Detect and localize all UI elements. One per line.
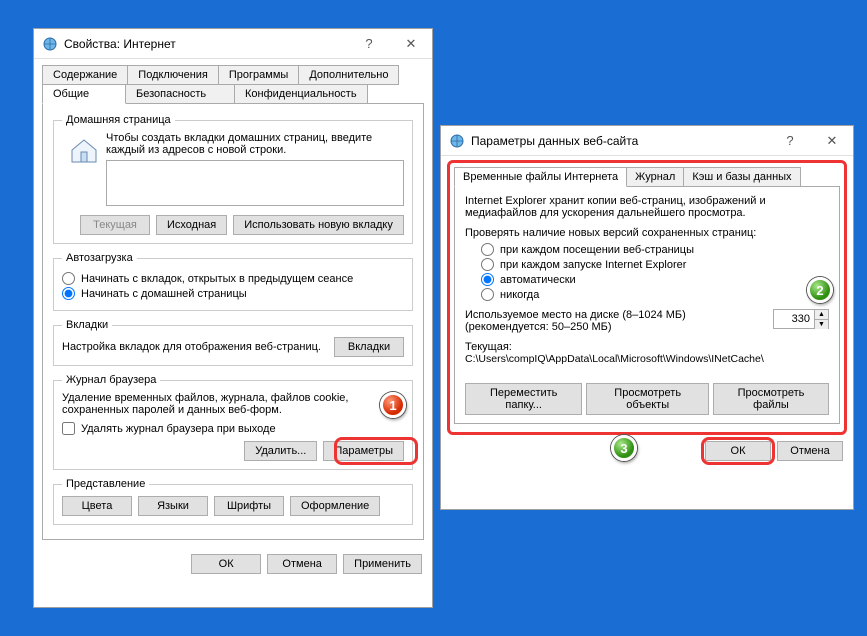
autostart-last-session-label: Начинать с вкладок, открытых в предыдуще…	[81, 273, 353, 285]
general-panel: Домашняя страница Чтобы создать вкладки …	[42, 103, 424, 540]
tab-programs[interactable]: Программы	[218, 65, 299, 85]
ok-button[interactable]: ОК	[191, 554, 261, 574]
history-legend: Журнал браузера	[62, 374, 160, 386]
view-objects-button[interactable]: Просмотреть объекты	[586, 383, 709, 415]
callout-badge-3: 3	[611, 435, 637, 461]
tab-advanced[interactable]: Дополнительно	[298, 65, 399, 85]
internet-properties-window: Свойства: Интернет ? ✕ Содержание Подклю…	[33, 28, 433, 608]
spin-up[interactable]: ▲	[815, 310, 828, 320]
intro-text: Internet Explorer хранит копии веб-стран…	[465, 195, 829, 219]
autostart-homepage-label: Начинать с домашней страницы	[81, 288, 247, 300]
opt-every-visit[interactable]: при каждом посещении веб-страницы	[481, 243, 829, 256]
disk-space-rec: (рекомендуется: 50–250 МБ)	[465, 321, 767, 333]
tab-connections[interactable]: Подключения	[127, 65, 219, 85]
homepage-hint: Чтобы создать вкладки домашних страниц, …	[106, 132, 404, 156]
opt-every-visit-label: при каждом посещении веб-страницы	[500, 244, 694, 256]
tab-general[interactable]: Общие	[42, 84, 126, 104]
tab-security[interactable]: Безопасность	[125, 84, 235, 104]
home-icon	[62, 132, 106, 209]
opt-never-label: никогда	[500, 289, 539, 301]
tabs-group: Вкладки Настройка вкладок для отображени…	[53, 319, 413, 366]
autostart-homepage-radio[interactable]: Начинать с домашней страницы	[62, 287, 404, 300]
callout-badge-1: 1	[380, 392, 406, 418]
temp-files-panel: Internet Explorer хранит копии веб-стран…	[454, 186, 840, 424]
history-params-button[interactable]: Параметры	[323, 441, 404, 461]
window-title: Свойства: Интернет	[64, 37, 348, 51]
homepage-legend: Домашняя страница	[62, 114, 175, 126]
presentation-legend: Представление	[62, 478, 149, 490]
apply-button[interactable]: Применить	[343, 554, 422, 574]
spin-down[interactable]: ▼	[815, 320, 828, 329]
disk-space-spinner[interactable]: ▲▼	[773, 309, 829, 329]
delete-history-button[interactable]: Удалить...	[244, 441, 317, 461]
homepage-url-textarea[interactable]	[106, 160, 404, 206]
homepage-newtab-button[interactable]: Использовать новую вкладку	[233, 215, 404, 235]
opt-auto-label: автоматически	[500, 274, 576, 286]
opt-every-start-label: при каждом запуске Internet Explorer	[500, 259, 686, 271]
homepage-group: Домашняя страница Чтобы создать вкладки …	[53, 114, 413, 244]
tab-temp-files[interactable]: Временные файлы Интернета	[454, 167, 627, 187]
help-button-2[interactable]: ?	[769, 126, 811, 156]
languages-button[interactable]: Языки	[138, 496, 208, 516]
homepage-current-button[interactable]: Текущая	[80, 215, 150, 235]
tabs-settings-button[interactable]: Вкладки	[334, 337, 404, 357]
view-files-button[interactable]: Просмотреть файлы	[713, 383, 829, 415]
history-text: Удаление временных файлов, журнала, файл…	[62, 392, 404, 416]
highlight-panel: Временные файлы Интернета Журнал Кэш и б…	[447, 160, 847, 435]
callout-badge-2: 2	[807, 277, 833, 303]
tab-content[interactable]: Содержание	[42, 65, 128, 85]
opt-every-start[interactable]: при каждом запуске Internet Explorer	[481, 258, 829, 271]
cancel-button[interactable]: Отмена	[267, 554, 337, 574]
autostart-last-session-radio[interactable]: Начинать с вкладок, открытых в предыдуще…	[62, 272, 404, 285]
delete-on-exit-label: Удалять журнал браузера при выходе	[81, 423, 276, 435]
website-data-window: Параметры данных веб-сайта ? ✕ Временные…	[440, 125, 854, 510]
fonts-button[interactable]: Шрифты	[214, 496, 284, 516]
internet-options-icon	[42, 36, 58, 52]
titlebar-2[interactable]: Параметры данных веб-сайта ? ✕	[441, 126, 853, 156]
internet-options-icon	[449, 133, 465, 149]
presentation-group: Представление Цвета Языки Шрифты Оформле…	[53, 478, 413, 525]
disk-space-input[interactable]	[774, 310, 814, 328]
tab-privacy[interactable]: Конфиденциальность	[234, 84, 368, 104]
titlebar[interactable]: Свойства: Интернет ? ✕	[34, 29, 432, 59]
history-group: Журнал браузера Удаление временных файло…	[53, 374, 413, 470]
cancel-button-2[interactable]: Отмена	[777, 441, 843, 461]
tabs-text: Настройка вкладок для отображения веб-ст…	[62, 341, 328, 353]
delete-on-exit-checkbox[interactable]: Удалять журнал браузера при выходе	[62, 422, 404, 435]
help-button[interactable]: ?	[348, 29, 390, 59]
tab-caches[interactable]: Кэш и базы данных	[683, 167, 800, 187]
disk-space-label: Используемое место на диске (8–1024 МБ)	[465, 309, 767, 321]
ok-button-2[interactable]: ОК	[705, 441, 771, 461]
current-folder-label: Текущая:	[465, 341, 829, 353]
tabs-container: Содержание Подключения Программы Дополни…	[34, 59, 432, 104]
close-button[interactable]: ✕	[390, 29, 432, 59]
autostart-group: Автозагрузка Начинать с вкладок, открыты…	[53, 252, 413, 311]
colors-button[interactable]: Цвета	[62, 496, 132, 516]
homepage-default-button[interactable]: Исходная	[156, 215, 227, 235]
window-title-2: Параметры данных веб-сайта	[471, 134, 769, 148]
opt-never[interactable]: никогда	[481, 288, 829, 301]
accessibility-button[interactable]: Оформление	[290, 496, 380, 516]
dialog-buttons: ОК Отмена Применить	[34, 548, 432, 584]
tab-history[interactable]: Журнал	[626, 167, 684, 187]
dialog-buttons-2: 3 ОК Отмена	[441, 435, 853, 471]
autostart-legend: Автозагрузка	[62, 252, 137, 264]
opt-auto[interactable]: автоматически	[481, 273, 829, 286]
current-folder-path: C:\Users\compIQ\AppData\Local\Microsoft\…	[465, 353, 829, 365]
tabs-legend: Вкладки	[62, 319, 112, 331]
close-button-2[interactable]: ✕	[811, 126, 853, 156]
move-folder-button[interactable]: Переместить папку...	[465, 383, 582, 415]
check-versions-label: Проверять наличие новых версий сохраненн…	[465, 227, 829, 239]
